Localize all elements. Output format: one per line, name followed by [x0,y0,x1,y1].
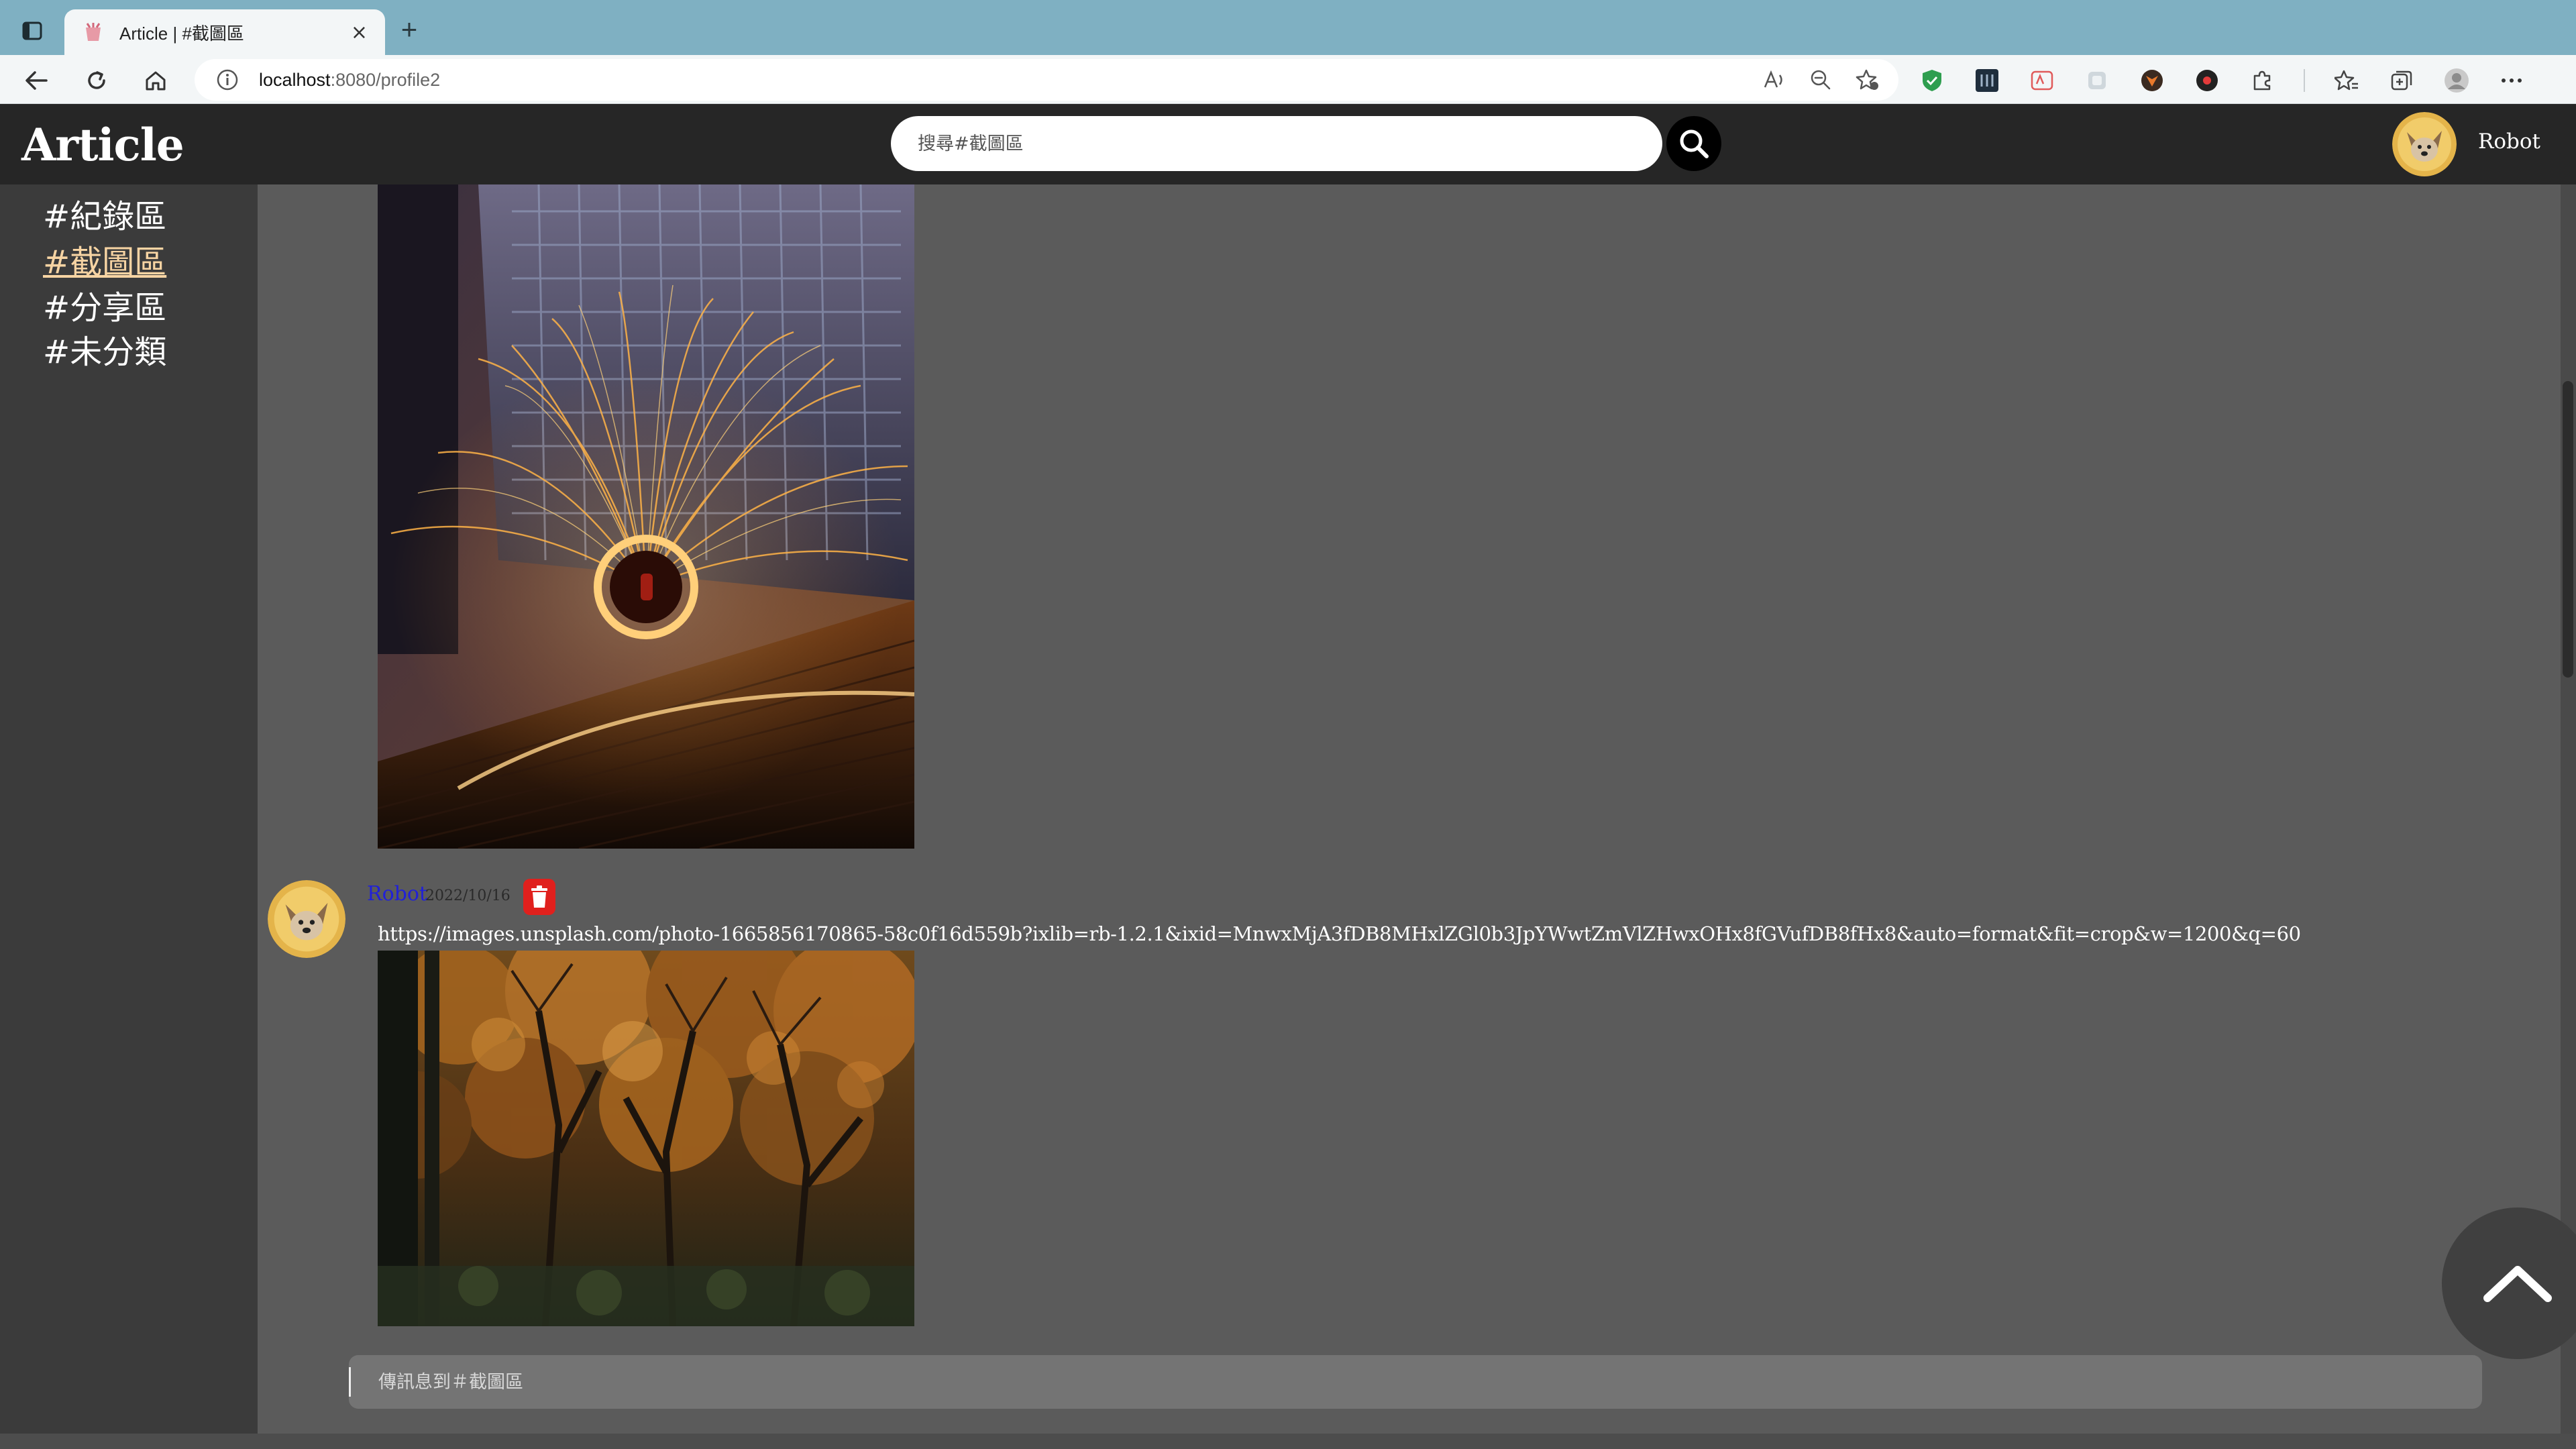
channel-item-screenshots[interactable]: #截圖區 [43,235,166,282]
reload-button[interactable] [80,64,113,97]
user-avatar[interactable] [2392,112,2457,176]
brand-logo[interactable]: Article [21,119,184,171]
grid-app-icon [1976,69,1998,92]
address-bar-actions [1763,59,1880,101]
bottom-edge [0,1434,2576,1449]
message-composer [349,1355,2482,1409]
extensions-button[interactable] [2249,67,2275,94]
search-button[interactable] [1666,116,1721,171]
shield-extension[interactable] [1919,67,1945,94]
url-text: localhost:8080/profile2 [259,70,440,91]
puzzle-icon [2253,70,2271,91]
fox-extension[interactable] [2139,67,2165,94]
record-extension[interactable] [2194,67,2220,94]
browser-toolbar: localhost:8080/profile2 [0,55,2576,104]
app-favicon-icon [86,23,101,41]
tab-close-icon[interactable]: × [351,21,368,44]
search-input[interactable] [891,116,1662,171]
profile-button[interactable] [2443,67,2470,94]
back-arrow-icon [25,71,48,90]
back-button[interactable] [20,64,52,97]
translate-icon [2031,70,2053,91]
tab-actions-button[interactable] [17,17,47,44]
screenshot-icon [2088,72,2106,89]
record-icon [2196,70,2218,91]
dog-avatar-icon [2392,112,2457,176]
read-aloud-icon[interactable] [1763,70,1786,90]
collections-button[interactable] [2388,67,2415,94]
more-dots-icon [2502,78,2522,83]
new-tab-button[interactable]: + [394,15,424,44]
url-path: :8080/profile2 [330,69,441,90]
user-name[interactable]: Robot [2478,129,2540,154]
message-input[interactable] [349,1355,2482,1409]
url-host: localhost [259,69,331,90]
browser-tab-active[interactable]: Article | #截圖區 × [64,9,385,55]
tab-title: Article | #截圖區 [119,23,244,44]
browser-tab-bar: Article | #截圖區 × + [0,0,2576,55]
home-button[interactable] [140,64,172,97]
post-image-autumn-trees[interactable] [378,951,914,1326]
text-caret [349,1367,351,1397]
reload-icon [88,71,105,89]
favorites-button[interactable] [2333,67,2360,94]
grid-extension[interactable] [1974,67,2000,94]
message-feed: Robot 2022/10/16 https://images.unsplash… [258,184,2561,1434]
channel-item-uncategorized[interactable]: #未分類 [43,325,166,372]
app-header: Article Robot [0,104,2576,184]
home-icon [146,71,166,91]
translate-extension[interactable] [2029,67,2055,94]
add-favorite-icon[interactable] [1856,68,1880,91]
address-bar[interactable]: localhost:8080/profile2 [195,59,1898,101]
post-timestamp: 2022/10/16 [425,888,511,904]
channel-item-records[interactable]: #紀錄區 [43,190,166,237]
trash-icon [531,885,547,908]
shield-icon [1923,70,1941,91]
favorites-icon [2334,70,2358,91]
info-icon[interactable] [216,68,239,91]
post-message-text: https://images.unsplash.com/photo-166585… [378,922,2301,945]
search-bar [891,116,1662,171]
profile-avatar-icon [2445,68,2469,93]
chevron-up-icon [2483,1266,2552,1302]
delete-post-button[interactable] [523,879,555,915]
collections-icon [2391,70,2412,91]
search-icon [1680,129,1709,158]
tab-actions-icon [22,21,42,40]
channel-item-share[interactable]: #分享區 [43,281,166,328]
dog-avatar-icon [268,880,345,958]
fox-icon [2141,70,2163,91]
channel-sidebar: #紀錄區 #截圖區 #分享區 #未分類 [0,184,258,1434]
post-author-avatar[interactable] [268,880,345,958]
screenshot-extension[interactable] [2084,67,2110,94]
post-author-name[interactable]: Robot [367,882,427,906]
feed-scrollbar-thumb[interactable] [2563,381,2573,678]
zoom-out-icon[interactable] [1810,69,1831,91]
extensions-bar [1919,64,2525,97]
settings-menu-button[interactable] [2498,67,2525,94]
post-image-fire-spin[interactable] [378,184,914,849]
toolbar-divider [2304,69,2305,92]
